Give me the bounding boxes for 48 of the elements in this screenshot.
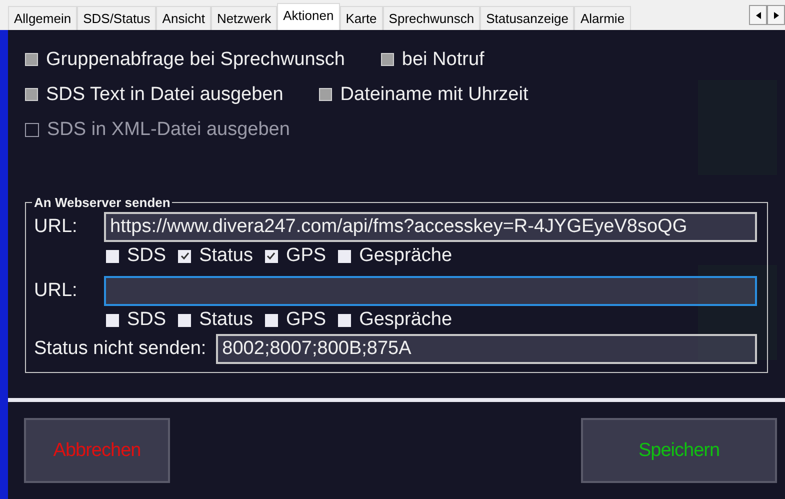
tab[interactable]: Alarmie (574, 6, 631, 30)
checkbox[interactable] (25, 53, 38, 66)
checkbox-label: GPS (286, 245, 326, 267)
checkbox[interactable] (178, 250, 192, 262)
checkmark-icon (266, 251, 276, 261)
checkbox-label: Gespräche (359, 309, 452, 331)
checkbox-label: SDS (127, 309, 166, 331)
tab[interactable]: Aktionen (277, 3, 340, 30)
option-label: SDS Text in Datei ausgeben (46, 84, 284, 106)
checkbox-label: Status (199, 245, 253, 267)
scroll-left-button[interactable] (749, 5, 767, 25)
checkbox[interactable] (264, 250, 278, 262)
url-label: URL: (34, 216, 78, 238)
checkbox[interactable] (264, 314, 278, 326)
tab[interactable]: Sprechwunsch (382, 6, 480, 30)
checkmark-icon (180, 251, 190, 261)
checkbox[interactable] (106, 250, 119, 262)
url-label: URL: (34, 280, 78, 302)
checkbox[interactable] (338, 250, 352, 262)
tab[interactable]: Karte (340, 6, 383, 30)
checkbox[interactable] (25, 88, 38, 101)
tab[interactable]: SDS/Status (77, 6, 156, 30)
exclude-label: Status nicht senden: (34, 338, 206, 360)
checkbox[interactable] (338, 314, 352, 326)
option-label: Gruppenabfrage bei Sprechwunsch (46, 48, 345, 70)
save-button[interactable]: Speichern (581, 418, 777, 483)
exclude-field[interactable]: 8002;8007;800B;875A (216, 334, 757, 364)
checkbox-label: GPS (286, 309, 326, 331)
checkbox[interactable] (319, 88, 332, 101)
scroll-right-button[interactable] (767, 5, 785, 25)
checkbox-label: SDS (127, 245, 166, 267)
tab[interactable]: Statusanzeige (480, 6, 574, 30)
tab[interactable]: Ansicht (156, 6, 211, 30)
url-field[interactable] (104, 276, 757, 306)
url-field[interactable]: https://www.divera247.com/api/fms?accesskey=R-4JYGEyeV8soQG (104, 212, 757, 242)
tab[interactable]: Allgemein (8, 6, 78, 30)
checkbox[interactable] (178, 314, 192, 326)
group-title: An Webserver senden (33, 195, 172, 210)
tab[interactable]: Netzwerk (210, 6, 278, 30)
checkbox-label: Gespräche (359, 245, 452, 267)
checkbox[interactable] (106, 314, 119, 326)
option-label: bei Notruf (402, 48, 484, 70)
checkbox[interactable] (380, 53, 394, 66)
right-triangle-icon (774, 12, 778, 18)
checkbox-label: Status (199, 309, 253, 331)
option-label: SDS in XML-Datei ausgeben (47, 118, 290, 140)
option-label: Dateiname mit Uhrzeit (340, 84, 528, 106)
left-triangle-icon (756, 12, 760, 18)
